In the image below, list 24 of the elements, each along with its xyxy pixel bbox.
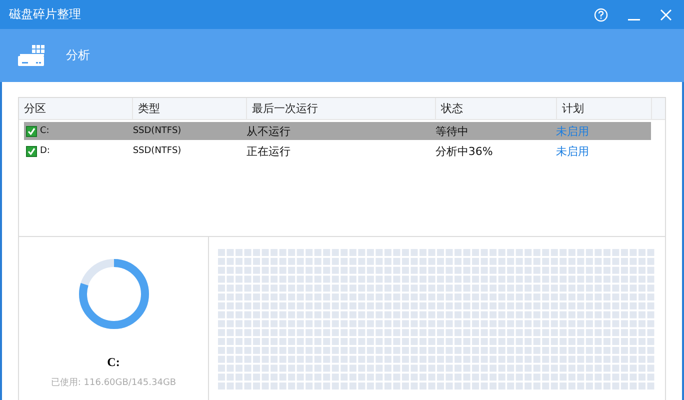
column-header[interactable]: 分区 [19, 98, 133, 119]
table-cell-text: 从不运行 [246, 124, 292, 138]
close-icon[interactable] [660, 8, 672, 20]
table-row[interactable]: D: SSD(NTFS) 正在运行 分析中36% 未启用 [24, 142, 651, 160]
table-cell: D: [40, 146, 50, 156]
drive-name: C: [107, 355, 120, 370]
table-cell: C: [40, 126, 50, 136]
column-header[interactable]: 类型 [133, 98, 247, 119]
column-header[interactable]: 状态 [436, 98, 557, 119]
table-cell-text: SSD(NTFS) [132, 126, 182, 136]
help-icon[interactable] [594, 8, 608, 22]
disk-grid-icon[interactable] [18, 44, 46, 66]
table-row[interactable]: C: SSD(NTFS) 从不运行 等待中 未启用 [24, 122, 651, 140]
checkbox[interactable] [26, 126, 37, 136]
window-title: 磁盘碎片整理 [9, 6, 81, 23]
usage-text: 已使用: 116.60GB/145.34GB [50, 376, 176, 389]
column-header[interactable]: 最后一次运行 [247, 98, 436, 119]
column-header[interactable]: 计划 [557, 98, 652, 119]
checkbox[interactable] [26, 146, 37, 156]
table-cell-text: SSD(NTFS) [132, 146, 182, 156]
table-cell-text: 等待中 [435, 124, 470, 138]
table-cell-text: 分析中36% [435, 144, 494, 158]
schedule-link[interactable]: 未启用 [556, 144, 590, 158]
table-cell-text: 正在运行 [246, 144, 292, 158]
